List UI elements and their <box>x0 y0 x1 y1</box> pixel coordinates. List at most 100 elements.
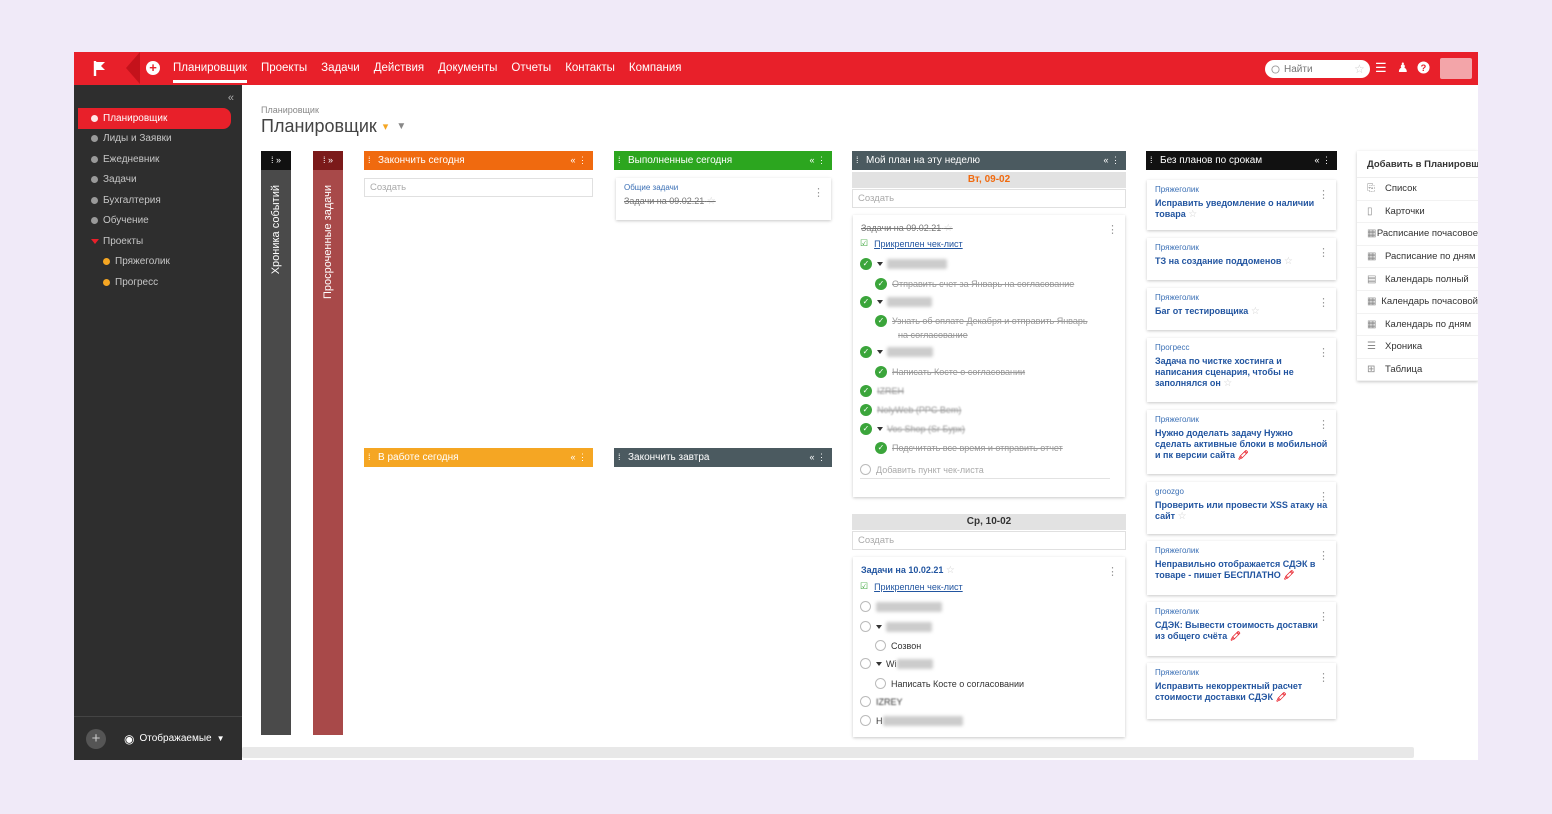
sidebar-item-projects[interactable]: Проекты <box>78 231 231 252</box>
expand-caret-icon[interactable] <box>876 624 882 629</box>
unchecked-icon[interactable] <box>875 640 886 651</box>
task-card[interactable]: Пряжеголик Неправильно отображается СДЭК … <box>1147 541 1336 595</box>
card-menu-icon[interactable]: ⋮ <box>1107 223 1118 236</box>
task-card[interactable]: Пряжеголик Исправить некорректный расчет … <box>1147 663 1336 719</box>
card-title[interactable]: Задачи на 10.02.21 ☆ <box>861 565 1117 576</box>
chronicle-bar-head[interactable]: ⁞ » <box>261 151 291 170</box>
unchecked-icon[interactable] <box>860 601 871 612</box>
column-finish-tomorrow-header[interactable]: ⁞ Закончить завтра « ⋮ <box>614 448 832 467</box>
expand-caret-icon[interactable] <box>877 350 883 354</box>
card-menu-icon[interactable]: ⋮ <box>1318 490 1329 503</box>
task-card[interactable]: Пряжеголик Исправить уведомление о наличи… <box>1147 180 1336 230</box>
star-icon[interactable]: ☆ <box>1223 378 1232 389</box>
user-avatar[interactable] <box>1440 58 1472 79</box>
checklist-item[interactable]: ✓ NolyWeb (PPC Bem) <box>860 404 961 416</box>
nav-contacts[interactable]: Контакты <box>565 52 615 85</box>
filter-icon[interactable]: ▼ <box>396 121 406 132</box>
card-title[interactable]: Исправить некорректный расчет стоимости … <box>1155 681 1328 703</box>
menu-icon[interactable]: ☰ <box>1375 61 1387 75</box>
card-menu-icon[interactable]: ⋮ <box>1318 246 1329 259</box>
expand-caret-icon[interactable] <box>877 300 883 304</box>
card-project[interactable]: Пряжеголик <box>1155 185 1328 194</box>
card-project[interactable]: Общие задачи <box>624 183 823 192</box>
column-controls-icon[interactable]: « ⋮ <box>809 448 826 467</box>
nav-documents[interactable]: Документы <box>438 52 497 85</box>
expand-caret-icon[interactable] <box>876 661 882 666</box>
checklist-item[interactable]: ✓ <box>860 258 947 270</box>
star-icon[interactable]: ☆ <box>1178 511 1187 522</box>
task-card[interactable]: Прогресс Задача по чистке хостинга и напи… <box>1147 338 1336 402</box>
drag-handle-icon[interactable]: ⁞ <box>1150 151 1153 170</box>
add-cards-view[interactable]: ▯ Карточки <box>1357 201 1478 224</box>
star-icon[interactable]: ☆ <box>707 196 716 207</box>
card-project[interactable]: Пряжеголик <box>1155 415 1328 424</box>
help-icon[interactable]: ? <box>1417 61 1430 77</box>
nav-planner[interactable]: Планировщик <box>173 52 247 85</box>
checklist-item[interactable] <box>860 621 932 632</box>
nav-company[interactable]: Компания <box>629 52 682 85</box>
task-card[interactable]: Пряжеголик Баг от тестировщика ☆ ⋮ <box>1147 288 1336 330</box>
checklist-item[interactable]: IZREY <box>860 696 903 707</box>
create-task-input[interactable]: Создать <box>852 189 1126 208</box>
drag-handle-icon[interactable]: ⁞ <box>618 151 621 170</box>
checklist-attached-link[interactable]: ☑ Прикреплен чек-лист <box>860 581 963 592</box>
add-chronicle[interactable]: ☰ Хроника <box>1357 336 1478 359</box>
card-title[interactable]: Нужно доделать задачу Нужно сделать акти… <box>1155 428 1328 461</box>
check-done-icon[interactable]: ✓ <box>875 442 887 454</box>
card-title[interactable]: Неправильно отображается СДЭК в товаре -… <box>1155 559 1328 581</box>
column-in-work-header[interactable]: ⁞ В работе сегодня « ⋮ <box>364 448 593 467</box>
column-controls-icon[interactable]: « ⋮ <box>570 151 587 170</box>
sidebar-item-diary[interactable]: Ежедневник <box>78 149 231 170</box>
expand-caret-icon[interactable] <box>877 427 883 431</box>
card-project[interactable]: Пряжеголик <box>1155 668 1328 677</box>
star-icon[interactable]: ☆ <box>1251 306 1260 317</box>
card-title[interactable]: Задачи на 09.02.21 ☆ <box>861 223 1117 234</box>
card-menu-icon[interactable]: ⋮ <box>1318 418 1329 431</box>
column-controls-icon[interactable]: « ⋮ <box>1314 151 1331 170</box>
unchecked-icon[interactable] <box>860 696 871 707</box>
card-menu-icon[interactable]: ⋮ <box>1318 188 1329 201</box>
drag-handle-icon[interactable]: ⁞ <box>856 151 859 170</box>
card-menu-icon[interactable]: ⋮ <box>1318 610 1329 623</box>
star-icon[interactable]: ☆ <box>944 223 953 234</box>
card-title[interactable]: Исправить уведомление о наличии товара ☆ <box>1155 198 1328 220</box>
check-done-icon[interactable]: ✓ <box>875 278 887 290</box>
check-done-icon[interactable]: ✓ <box>875 315 887 327</box>
nav-reports[interactable]: Отчеты <box>511 52 551 85</box>
favorite-star-icon[interactable]: ☆ <box>1354 62 1365 76</box>
checklist-subitem[interactable]: ✓ Написать Косте о согласовании <box>875 366 1025 378</box>
card-menu-icon[interactable]: ⋮ <box>1318 671 1329 684</box>
sidebar-item-planner[interactable]: Планировщик <box>78 108 231 129</box>
create-task-input[interactable]: Создать <box>852 531 1126 550</box>
nav-actions[interactable]: Действия <box>374 52 424 85</box>
card-project[interactable]: Пряжеголик <box>1155 293 1328 302</box>
add-table[interactable]: ⊞ Таблица <box>1357 359 1478 382</box>
sidebar-item-project-pryazhegolik[interactable]: Пряжеголик <box>78 252 231 273</box>
expand-caret-icon[interactable] <box>877 262 883 266</box>
check-done-icon[interactable]: ✓ <box>860 404 872 416</box>
sidebar-item-leads[interactable]: Лиды и Заявки <box>78 129 231 150</box>
horizontal-scrollbar[interactable] <box>242 747 1414 758</box>
checklist-item[interactable]: ✓ <box>860 296 932 308</box>
star-icon[interactable]: ☆ <box>1284 256 1293 267</box>
column-controls-icon[interactable]: « ⋮ <box>570 448 587 467</box>
checklist-item[interactable]: ✓ <box>860 346 933 358</box>
notification-icon[interactable]: ♟ <box>1397 61 1409 75</box>
add-list-view[interactable]: ⎘ Список <box>1357 178 1478 201</box>
checklist-subitem[interactable]: Созвон <box>875 640 921 651</box>
checklist-subitem[interactable]: ✓ Отправить счет за Январь на согласовани… <box>875 278 1074 290</box>
check-done-icon[interactable]: ✓ <box>860 346 872 358</box>
nav-tasks[interactable]: Задачи <box>321 52 360 85</box>
create-task-input[interactable]: Создать <box>364 178 593 197</box>
unchecked-icon[interactable] <box>875 678 886 689</box>
check-done-icon[interactable]: ✓ <box>860 258 872 270</box>
sidebar-item-accounting[interactable]: Бухгалтерия <box>78 190 231 211</box>
card-menu-icon[interactable]: ⋮ <box>1318 296 1329 309</box>
column-no-plan-header[interactable]: ⁞ Без планов по срокам « ⋮ <box>1146 151 1337 170</box>
task-card[interactable]: groozgo Проверить или провести XSS атаку … <box>1147 482 1336 534</box>
task-card[interactable]: Пряжеголик СДЭК: Вывести стоимость достав… <box>1147 602 1336 656</box>
card-title[interactable]: Проверить или провести XSS атаку на сайт… <box>1155 500 1328 522</box>
card-menu-icon[interactable]: ⋮ <box>813 186 824 199</box>
overdue-bar-head[interactable]: ⁞ » <box>313 151 343 170</box>
flag-logo-icon[interactable] <box>74 52 126 85</box>
